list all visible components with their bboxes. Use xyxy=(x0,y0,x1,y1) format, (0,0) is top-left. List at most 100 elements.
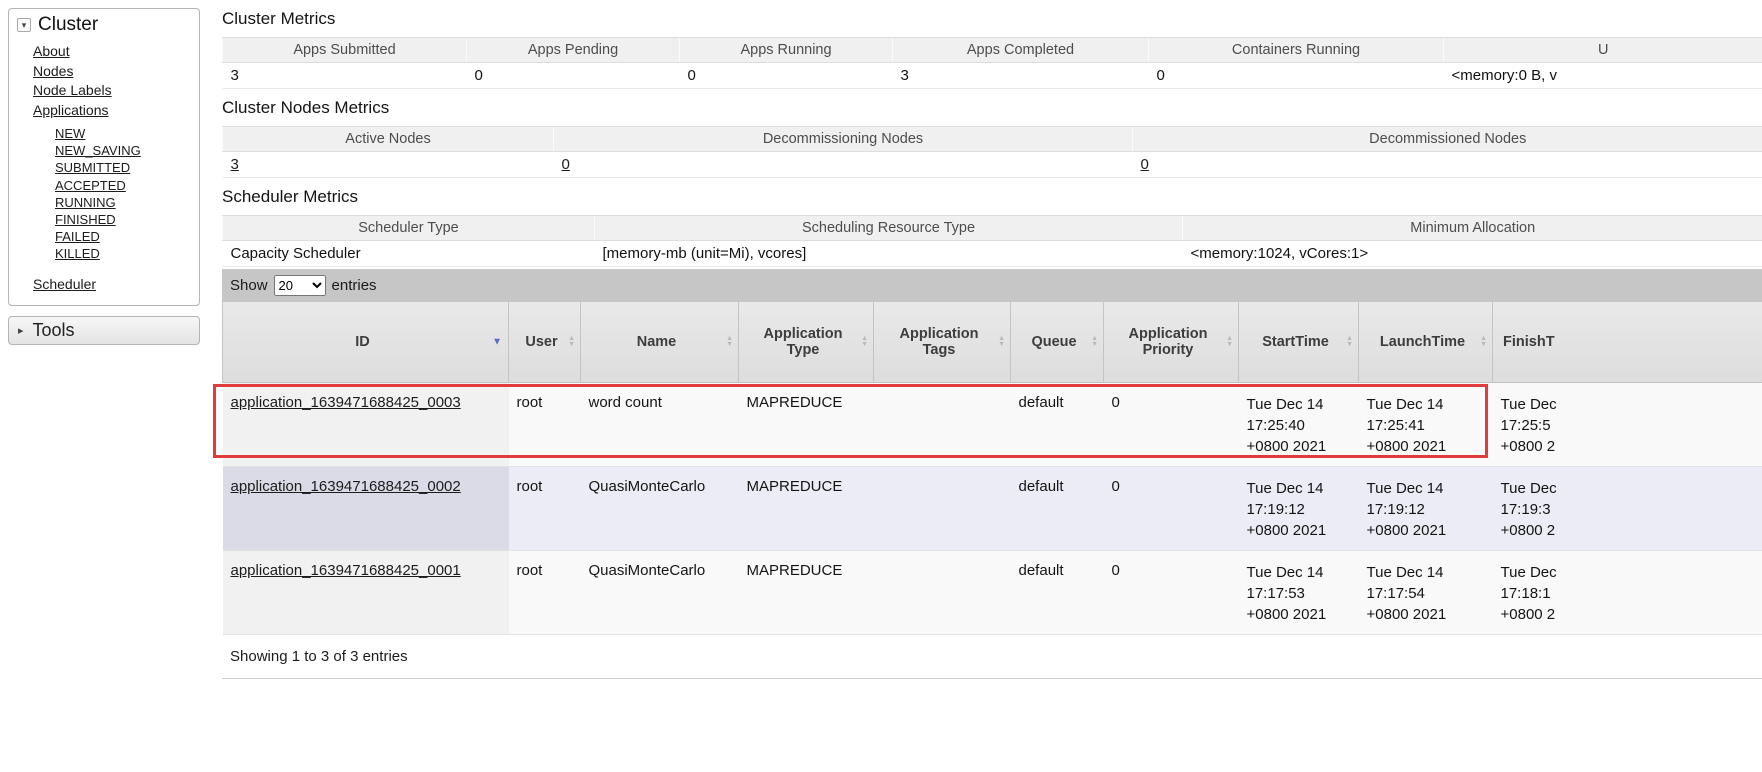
priority-cell: 0 xyxy=(1104,382,1239,466)
table-row: application_1639471688425_0002 root Quas… xyxy=(223,466,1762,550)
sort-both-icon: ▲▼ xyxy=(1480,336,1487,348)
launchtime-cell: Tue Dec 14 17:19:12 +0800 2021 xyxy=(1359,466,1493,550)
type-cell: MAPREDUCE xyxy=(739,550,874,634)
sidebar-item-failed[interactable]: FAILED xyxy=(55,229,100,244)
sidebar-item-about[interactable]: About xyxy=(33,43,70,59)
launchtime-cell: Tue Dec 14 17:17:54 +0800 2021 xyxy=(1359,550,1493,634)
containers-running-value: 0 xyxy=(1149,63,1444,89)
col-header-containers-running: Containers Running xyxy=(1149,38,1444,63)
tags-cell xyxy=(874,550,1011,634)
apps-col-header-starttime[interactable]: StartTime ▲▼ xyxy=(1239,302,1359,382)
finishtime-cell: Tue Dec 17:19:3 +0800 2 xyxy=(1493,466,1762,550)
col-header-scheduling-resource-type: Scheduling Resource Type xyxy=(595,216,1183,241)
scheduling-resource-type-value: [memory-mb (unit=Mi), vcores] xyxy=(595,241,1183,267)
starttime-cell: Tue Dec 14 17:17:53 +0800 2021 xyxy=(1239,550,1359,634)
sidebar-item-nodes[interactable]: Nodes xyxy=(33,63,73,79)
user-cell: root xyxy=(509,382,581,466)
sidebar-item-applications[interactable]: Applications xyxy=(33,102,109,118)
apps-pending-value: 0 xyxy=(467,63,680,89)
sort-both-icon: ▲▼ xyxy=(1346,336,1353,348)
application-link[interactable]: application_1639471688425_0003 xyxy=(231,394,461,411)
type-cell: MAPREDUCE xyxy=(739,382,874,466)
apps-submitted-value: 3 xyxy=(223,63,467,89)
sidebar-item-new[interactable]: NEW xyxy=(55,126,85,141)
sidebar-item-killed[interactable]: KILLED xyxy=(55,246,100,261)
apps-col-header-launchtime[interactable]: LaunchTime ▲▼ xyxy=(1359,302,1493,382)
apps-col-header-id[interactable]: ID ▼ xyxy=(223,302,509,382)
col-header-apps-running: Apps Running xyxy=(680,38,893,63)
active-nodes-link[interactable]: 3 xyxy=(231,156,239,173)
col-header-active-nodes: Active Nodes xyxy=(223,127,554,152)
col-header-scheduler-type: Scheduler Type xyxy=(223,216,595,241)
apps-col-header-finishtime[interactable]: FinishT xyxy=(1493,302,1762,382)
sidebar-item-new-saving[interactable]: NEW_SAVING xyxy=(55,143,141,158)
tools-nav-title: Tools xyxy=(33,320,75,341)
name-cell: QuasiMonteCarlo xyxy=(581,466,739,550)
cluster-nodes-metrics-title: Cluster Nodes Metrics xyxy=(222,97,1762,119)
apps-col-header-application-type[interactable]: Application Type ▲▼ xyxy=(739,302,874,382)
used-resources-value: <memory:0 B, v xyxy=(1444,63,1762,89)
decommissioned-nodes-link[interactable]: 0 xyxy=(1141,156,1149,173)
col-header-decommissioning-nodes: Decommissioning Nodes xyxy=(554,127,1133,152)
sidebar-item-accepted[interactable]: ACCEPTED xyxy=(55,178,126,193)
cluster-nav-header[interactable]: ▾ Cluster xyxy=(9,9,199,39)
sidebar-item-submitted[interactable]: SUBMITTED xyxy=(55,160,130,175)
table-row: application_1639471688425_0001 root Quas… xyxy=(223,550,1762,634)
apps-col-header-queue[interactable]: Queue ▲▼ xyxy=(1011,302,1104,382)
name-cell: word count xyxy=(581,382,739,466)
cluster-nodes-metrics-table: Active Nodes Decommissioning Nodes Decom… xyxy=(222,126,1762,178)
sidebar-item-finished[interactable]: FINISHED xyxy=(55,212,116,227)
finishtime-cell: Tue Dec 17:18:1 +0800 2 xyxy=(1493,550,1762,634)
page-size-select[interactable]: 20 xyxy=(274,275,326,296)
decommissioning-nodes-link[interactable]: 0 xyxy=(562,156,570,173)
col-header-apps-submitted: Apps Submitted xyxy=(223,38,467,63)
queue-cell: default xyxy=(1011,550,1104,634)
sidebar: ▾ Cluster About Nodes Node Labels Applic… xyxy=(8,8,200,345)
sort-both-icon: ▲▼ xyxy=(861,336,868,348)
col-header-apps-completed: Apps Completed xyxy=(893,38,1149,63)
scheduler-type-value: Capacity Scheduler xyxy=(223,241,595,267)
priority-cell: 0 xyxy=(1104,466,1239,550)
queue-cell: default xyxy=(1011,382,1104,466)
user-cell: root xyxy=(509,466,581,550)
apps-col-header-user[interactable]: User ▲▼ xyxy=(509,302,581,382)
tags-cell xyxy=(874,382,1011,466)
name-cell: QuasiMonteCarlo xyxy=(581,550,739,634)
applications-header-row: ID ▼ User ▲▼ Name ▲▼ Application Type ▲▼… xyxy=(223,302,1762,382)
sidebar-item-node-labels[interactable]: Node Labels xyxy=(33,82,112,98)
apps-col-header-application-priority[interactable]: Application Priority ▲▼ xyxy=(1104,302,1239,382)
entries-label: entries xyxy=(332,277,377,294)
cluster-metrics-table: Apps Submitted Apps Pending Apps Running… xyxy=(222,37,1762,89)
priority-cell: 0 xyxy=(1104,550,1239,634)
type-cell: MAPREDUCE xyxy=(739,466,874,550)
application-link[interactable]: application_1639471688425_0001 xyxy=(231,562,461,579)
application-states-list: NEW NEW_SAVING SUBMITTED ACCEPTED RUNNIN… xyxy=(9,125,199,263)
table-length-bar: Show 20 entries xyxy=(222,269,1762,302)
sort-both-icon: ▲▼ xyxy=(1091,336,1098,348)
tools-nav-header[interactable]: ▸ Tools xyxy=(8,316,200,345)
applications-table: ID ▼ User ▲▼ Name ▲▼ Application Type ▲▼… xyxy=(222,302,1762,635)
table-info: Showing 1 to 3 of 3 entries xyxy=(222,635,1762,679)
cluster-nav-title: Cluster xyxy=(38,14,98,36)
show-label: Show xyxy=(230,277,268,294)
sidebar-item-running[interactable]: RUNNING xyxy=(55,195,116,210)
expand-right-icon: ▸ xyxy=(18,324,24,337)
table-row: application_1639471688425_0003 root word… xyxy=(223,382,1762,466)
cluster-metrics-title: Cluster Metrics xyxy=(222,8,1762,30)
apps-col-header-application-tags[interactable]: Application Tags ▲▼ xyxy=(874,302,1011,382)
sort-both-icon: ▲▼ xyxy=(568,336,575,348)
cluster-nav-links: About Nodes Node Labels Applications xyxy=(9,42,199,120)
application-link[interactable]: application_1639471688425_0002 xyxy=(231,478,461,495)
apps-col-header-name[interactable]: Name ▲▼ xyxy=(581,302,739,382)
starttime-cell: Tue Dec 14 17:19:12 +0800 2021 xyxy=(1239,466,1359,550)
sidebar-item-scheduler[interactable]: Scheduler xyxy=(33,276,96,292)
scheduler-metrics-title: Scheduler Metrics xyxy=(222,186,1762,208)
launchtime-cell: Tue Dec 14 17:25:41 +0800 2021 xyxy=(1359,382,1493,466)
finishtime-cell: Tue Dec 17:25:5 +0800 2 xyxy=(1493,382,1762,466)
tags-cell xyxy=(874,466,1011,550)
starttime-cell: Tue Dec 14 17:25:40 +0800 2021 xyxy=(1239,382,1359,466)
col-header-minimum-allocation: Minimum Allocation xyxy=(1183,216,1762,241)
minimum-allocation-value: <memory:1024, vCores:1> xyxy=(1183,241,1762,267)
user-cell: root xyxy=(509,550,581,634)
collapse-down-icon[interactable]: ▾ xyxy=(17,18,31,32)
